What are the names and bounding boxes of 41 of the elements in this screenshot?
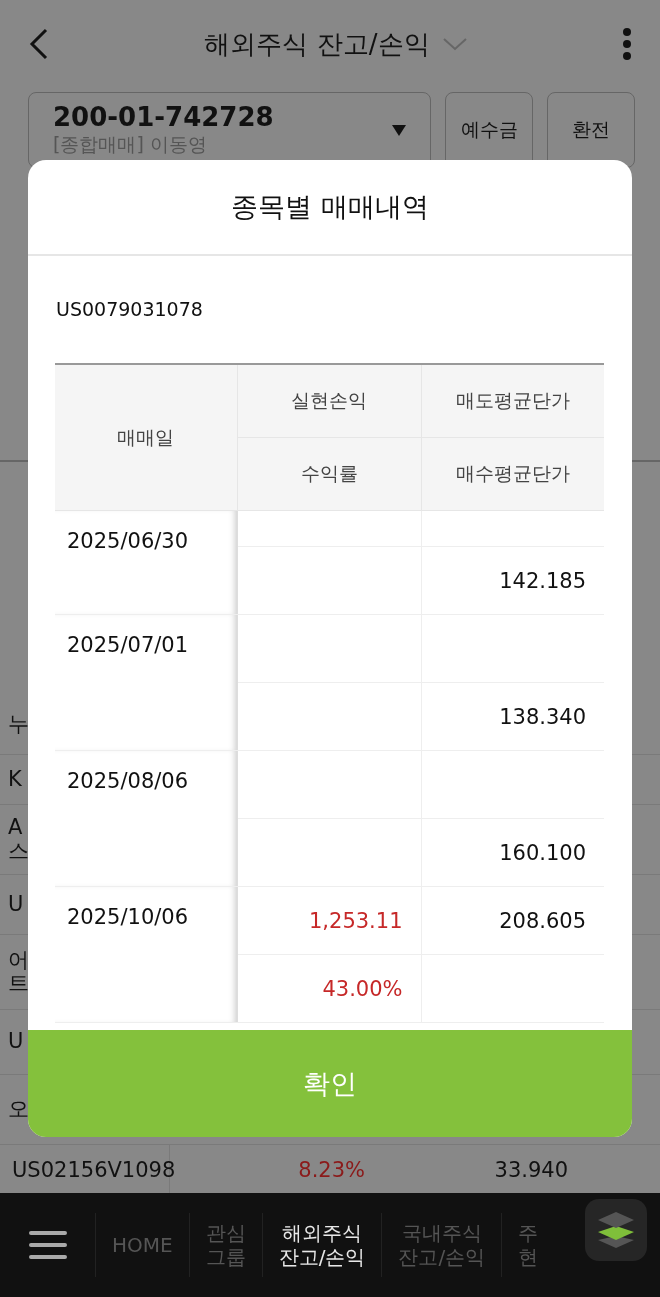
nav-tab[interactable]: 해외주식 잔고/손익 xyxy=(261,1213,382,1277)
layers-icon[interactable] xyxy=(585,1199,647,1261)
table-cell: 208.605 xyxy=(499,908,586,933)
column-header: 수익률 xyxy=(237,437,421,511)
account-number: 200-01-742728 xyxy=(53,102,274,132)
return-rate: 8.23% xyxy=(297,1158,366,1182)
list-item-text: U xyxy=(8,892,24,917)
table-cell: 43.00% xyxy=(322,976,403,1001)
menu-icon[interactable] xyxy=(28,1230,67,1260)
back-icon[interactable] xyxy=(28,27,50,61)
table-cell: 2025/10/06 xyxy=(67,905,189,929)
nav-tab[interactable]: 주 현 xyxy=(501,1213,555,1277)
table-cell: 2025/08/06 xyxy=(67,769,189,793)
modal-title: 종목별 매매내역 xyxy=(28,160,632,256)
table-cell: 2025/07/01 xyxy=(67,633,189,657)
list-item-text: K xyxy=(8,767,22,792)
column-header: 매매일 xyxy=(55,364,237,511)
confirm-button[interactable]: 확인 xyxy=(28,1030,632,1137)
column-header: 매수평균단가 xyxy=(421,437,604,511)
table-cell: 138.340 xyxy=(499,704,586,729)
list-item-text: 누 xyxy=(8,712,29,737)
stock-code: US02156V1098 xyxy=(12,1158,176,1182)
dropdown-triangle-icon xyxy=(392,124,406,136)
nav-tab[interactable]: 국내주식 잔고/손익 xyxy=(381,1213,502,1277)
table-cell: 160.100 xyxy=(499,840,586,865)
column-header: 실현손익 xyxy=(237,364,421,438)
list-item-text: 오 xyxy=(8,1097,29,1122)
price: 33.940 xyxy=(493,1158,569,1182)
list-item-text: 어 트 xyxy=(8,948,29,996)
stock-code: US0079031078 xyxy=(56,298,203,320)
table-cell: 2025/06/30 xyxy=(67,529,189,553)
nav-tab[interactable]: HOME xyxy=(95,1213,189,1277)
table-cell: 1,253.11 xyxy=(309,908,403,933)
list-item-text: U xyxy=(8,1030,24,1054)
more-icon[interactable] xyxy=(622,27,632,61)
list-item-text: A 스 xyxy=(8,816,29,863)
column-header: 매도평균단가 xyxy=(421,364,604,438)
account-action-button[interactable]: 환전 xyxy=(547,92,635,168)
table-cell: 142.185 xyxy=(499,568,586,593)
page-title: 해외주식 잔고/손익 xyxy=(204,27,430,61)
nav-tab[interactable]: 관심 그룹 xyxy=(188,1213,262,1277)
